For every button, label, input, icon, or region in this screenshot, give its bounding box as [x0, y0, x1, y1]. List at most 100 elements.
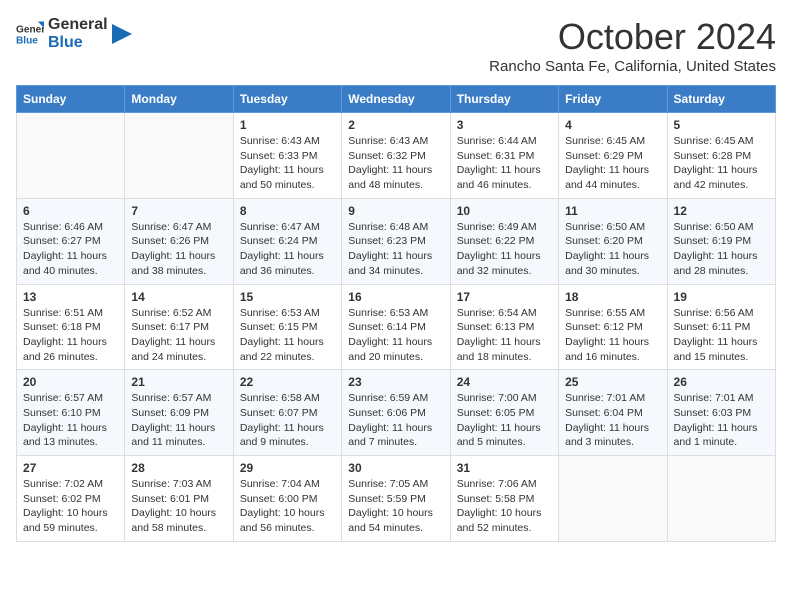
day-number: 8	[240, 204, 335, 218]
week-row-1: 1 Sunrise: 6:43 AMSunset: 6:33 PMDayligh…	[17, 113, 776, 199]
day-number: 9	[348, 204, 443, 218]
day-info: Sunrise: 7:02 AMSunset: 6:02 PMDaylight:…	[23, 477, 118, 536]
calendar-cell: 1 Sunrise: 6:43 AMSunset: 6:33 PMDayligh…	[233, 113, 341, 199]
day-number: 7	[131, 204, 226, 218]
day-info: Sunrise: 6:45 AMSunset: 6:29 PMDaylight:…	[565, 134, 660, 193]
calendar-cell: 19 Sunrise: 6:56 AMSunset: 6:11 PMDaylig…	[667, 284, 775, 370]
calendar-cell: 25 Sunrise: 7:01 AMSunset: 6:04 PMDaylig…	[559, 370, 667, 456]
calendar-cell: 22 Sunrise: 6:58 AMSunset: 6:07 PMDaylig…	[233, 370, 341, 456]
day-info: Sunrise: 6:56 AMSunset: 6:11 PMDaylight:…	[674, 306, 769, 365]
day-number: 19	[674, 290, 769, 304]
svg-text:General: General	[16, 24, 44, 35]
calendar-cell: 3 Sunrise: 6:44 AMSunset: 6:31 PMDayligh…	[450, 113, 558, 199]
day-number: 3	[457, 118, 552, 132]
day-number: 16	[348, 290, 443, 304]
calendar-cell	[17, 113, 125, 199]
day-info: Sunrise: 7:01 AMSunset: 6:03 PMDaylight:…	[674, 391, 769, 450]
calendar-cell: 2 Sunrise: 6:43 AMSunset: 6:32 PMDayligh…	[342, 113, 450, 199]
day-info: Sunrise: 6:57 AMSunset: 6:09 PMDaylight:…	[131, 391, 226, 450]
calendar-cell: 10 Sunrise: 6:49 AMSunset: 6:22 PMDaylig…	[450, 198, 558, 284]
calendar-cell	[667, 456, 775, 542]
calendar-cell: 31 Sunrise: 7:06 AMSunset: 5:58 PMDaylig…	[450, 456, 558, 542]
day-header-tuesday: Tuesday	[233, 86, 341, 113]
calendar-cell: 8 Sunrise: 6:47 AMSunset: 6:24 PMDayligh…	[233, 198, 341, 284]
calendar-cell: 14 Sunrise: 6:52 AMSunset: 6:17 PMDaylig…	[125, 284, 233, 370]
calendar-cell: 15 Sunrise: 6:53 AMSunset: 6:15 PMDaylig…	[233, 284, 341, 370]
day-number: 28	[131, 461, 226, 475]
page-header: General Blue General Blue October 2024 R…	[16, 16, 776, 75]
day-info: Sunrise: 7:04 AMSunset: 6:00 PMDaylight:…	[240, 477, 335, 536]
day-number: 5	[674, 118, 769, 132]
calendar-cell: 20 Sunrise: 6:57 AMSunset: 6:10 PMDaylig…	[17, 370, 125, 456]
calendar-cell: 9 Sunrise: 6:48 AMSunset: 6:23 PMDayligh…	[342, 198, 450, 284]
calendar-cell: 7 Sunrise: 6:47 AMSunset: 6:26 PMDayligh…	[125, 198, 233, 284]
day-number: 15	[240, 290, 335, 304]
day-info: Sunrise: 7:01 AMSunset: 6:04 PMDaylight:…	[565, 391, 660, 450]
day-number: 30	[348, 461, 443, 475]
day-header-saturday: Saturday	[667, 86, 775, 113]
calendar-cell: 21 Sunrise: 6:57 AMSunset: 6:09 PMDaylig…	[125, 370, 233, 456]
logo-icon: General Blue	[16, 20, 44, 48]
day-number: 10	[457, 204, 552, 218]
title-block: October 2024 Rancho Santa Fe, California…	[489, 16, 776, 75]
day-info: Sunrise: 6:50 AMSunset: 6:20 PMDaylight:…	[565, 220, 660, 279]
day-number: 26	[674, 375, 769, 389]
calendar-cell: 27 Sunrise: 7:02 AMSunset: 6:02 PMDaylig…	[17, 456, 125, 542]
day-header-wednesday: Wednesday	[342, 86, 450, 113]
day-info: Sunrise: 6:47 AMSunset: 6:24 PMDaylight:…	[240, 220, 335, 279]
day-info: Sunrise: 7:00 AMSunset: 6:05 PMDaylight:…	[457, 391, 552, 450]
day-info: Sunrise: 6:54 AMSunset: 6:13 PMDaylight:…	[457, 306, 552, 365]
day-number: 12	[674, 204, 769, 218]
day-number: 20	[23, 375, 118, 389]
day-number: 1	[240, 118, 335, 132]
day-info: Sunrise: 6:50 AMSunset: 6:19 PMDaylight:…	[674, 220, 769, 279]
day-number: 31	[457, 461, 552, 475]
calendar-cell: 17 Sunrise: 6:54 AMSunset: 6:13 PMDaylig…	[450, 284, 558, 370]
logo-general: General	[48, 16, 108, 34]
day-info: Sunrise: 6:52 AMSunset: 6:17 PMDaylight:…	[131, 306, 226, 365]
calendar-cell: 30 Sunrise: 7:05 AMSunset: 5:59 PMDaylig…	[342, 456, 450, 542]
calendar-cell: 4 Sunrise: 6:45 AMSunset: 6:29 PMDayligh…	[559, 113, 667, 199]
calendar-cell: 11 Sunrise: 6:50 AMSunset: 6:20 PMDaylig…	[559, 198, 667, 284]
day-number: 2	[348, 118, 443, 132]
day-number: 24	[457, 375, 552, 389]
calendar-header-row: SundayMondayTuesdayWednesdayThursdayFrid…	[17, 86, 776, 113]
day-info: Sunrise: 6:59 AMSunset: 6:06 PMDaylight:…	[348, 391, 443, 450]
calendar-cell: 12 Sunrise: 6:50 AMSunset: 6:19 PMDaylig…	[667, 198, 775, 284]
day-header-sunday: Sunday	[17, 86, 125, 113]
logo-blue: Blue	[48, 34, 83, 52]
week-row-4: 20 Sunrise: 6:57 AMSunset: 6:10 PMDaylig…	[17, 370, 776, 456]
location: Rancho Santa Fe, California, United Stat…	[489, 58, 776, 75]
day-number: 27	[23, 461, 118, 475]
day-info: Sunrise: 6:51 AMSunset: 6:18 PMDaylight:…	[23, 306, 118, 365]
day-number: 29	[240, 461, 335, 475]
day-info: Sunrise: 6:44 AMSunset: 6:31 PMDaylight:…	[457, 134, 552, 193]
day-info: Sunrise: 6:48 AMSunset: 6:23 PMDaylight:…	[348, 220, 443, 279]
day-info: Sunrise: 6:53 AMSunset: 6:14 PMDaylight:…	[348, 306, 443, 365]
calendar-cell: 16 Sunrise: 6:53 AMSunset: 6:14 PMDaylig…	[342, 284, 450, 370]
month-title: October 2024	[489, 16, 776, 58]
day-info: Sunrise: 6:43 AMSunset: 6:32 PMDaylight:…	[348, 134, 443, 193]
calendar-cell: 23 Sunrise: 6:59 AMSunset: 6:06 PMDaylig…	[342, 370, 450, 456]
day-info: Sunrise: 6:45 AMSunset: 6:28 PMDaylight:…	[674, 134, 769, 193]
day-info: Sunrise: 6:49 AMSunset: 6:22 PMDaylight:…	[457, 220, 552, 279]
day-number: 18	[565, 290, 660, 304]
calendar-cell	[559, 456, 667, 542]
calendar-cell: 5 Sunrise: 6:45 AMSunset: 6:28 PMDayligh…	[667, 113, 775, 199]
calendar-cell: 13 Sunrise: 6:51 AMSunset: 6:18 PMDaylig…	[17, 284, 125, 370]
week-row-3: 13 Sunrise: 6:51 AMSunset: 6:18 PMDaylig…	[17, 284, 776, 370]
calendar-cell: 29 Sunrise: 7:04 AMSunset: 6:00 PMDaylig…	[233, 456, 341, 542]
day-info: Sunrise: 6:58 AMSunset: 6:07 PMDaylight:…	[240, 391, 335, 450]
day-info: Sunrise: 6:47 AMSunset: 6:26 PMDaylight:…	[131, 220, 226, 279]
day-number: 17	[457, 290, 552, 304]
day-number: 11	[565, 204, 660, 218]
calendar-cell: 24 Sunrise: 7:00 AMSunset: 6:05 PMDaylig…	[450, 370, 558, 456]
day-number: 13	[23, 290, 118, 304]
day-info: Sunrise: 6:43 AMSunset: 6:33 PMDaylight:…	[240, 134, 335, 193]
calendar-body: 1 Sunrise: 6:43 AMSunset: 6:33 PMDayligh…	[17, 113, 776, 542]
day-number: 14	[131, 290, 226, 304]
day-info: Sunrise: 6:46 AMSunset: 6:27 PMDaylight:…	[23, 220, 118, 279]
day-info: Sunrise: 7:03 AMSunset: 6:01 PMDaylight:…	[131, 477, 226, 536]
day-header-friday: Friday	[559, 86, 667, 113]
day-header-monday: Monday	[125, 86, 233, 113]
